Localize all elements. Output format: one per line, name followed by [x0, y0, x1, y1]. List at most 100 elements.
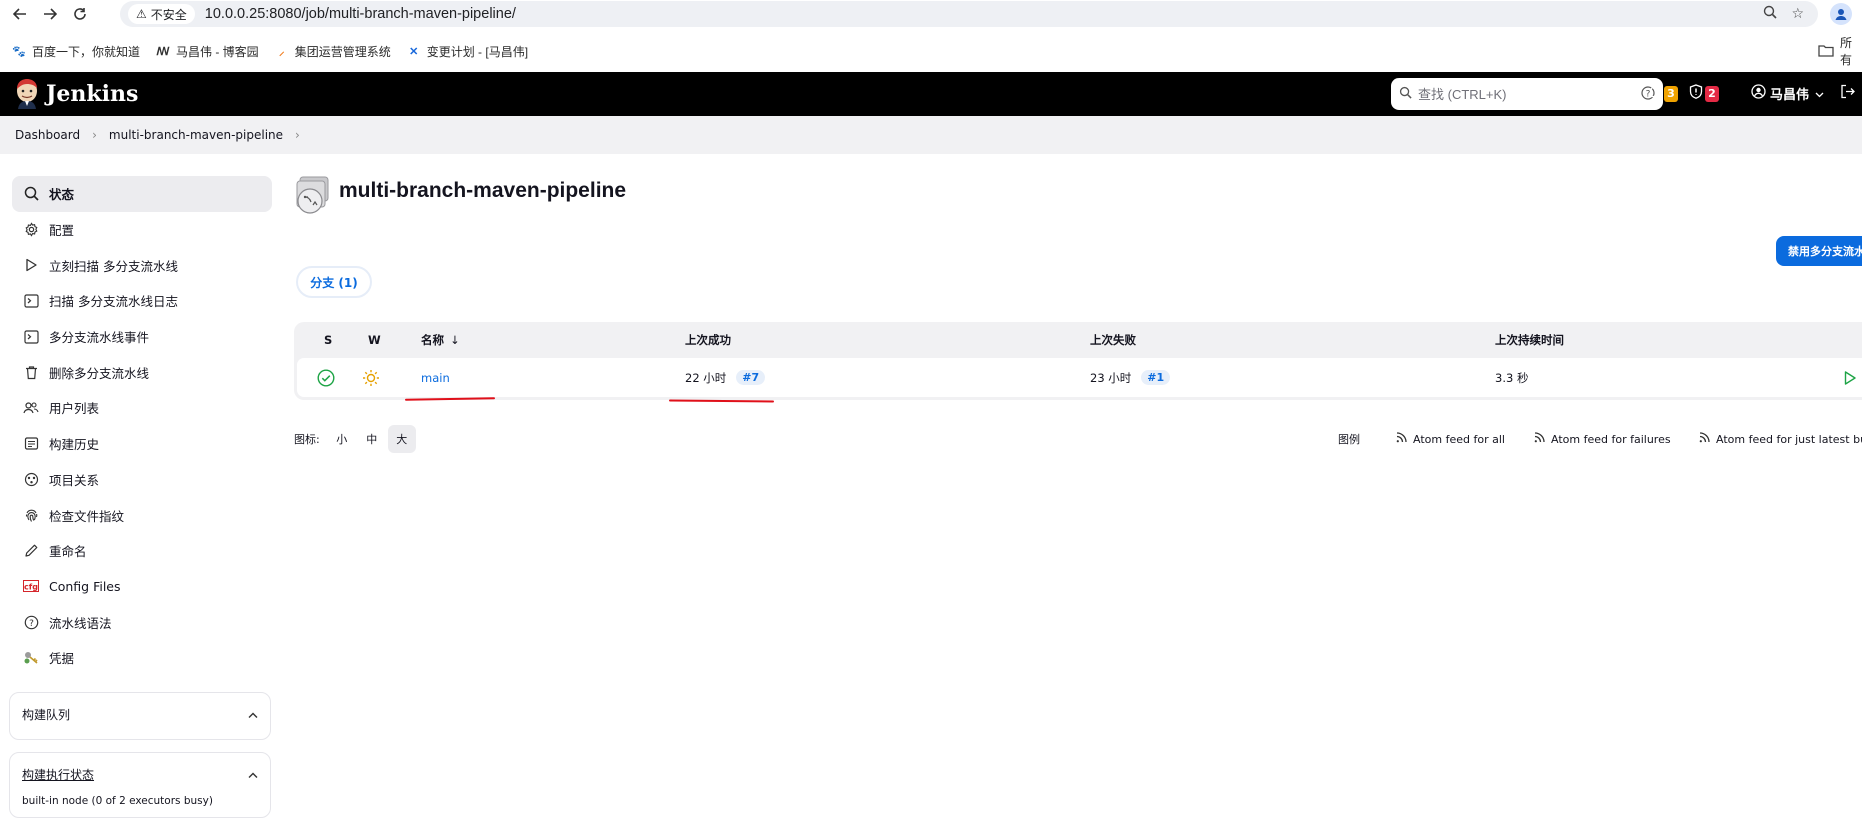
sidebar-item-relations[interactable]: 项目关系: [12, 462, 272, 498]
relations-icon: [22, 470, 40, 488]
credentials-icon: [22, 649, 40, 667]
logout-button[interactable]: [1840, 84, 1855, 103]
reload-icon[interactable]: [66, 0, 94, 28]
executor-node-text[interactable]: built-in node (0 of 2 executors busy): [10, 789, 270, 813]
sidebar-item-label: Config Files: [49, 578, 121, 594]
chevron-down-icon: [1815, 86, 1824, 102]
legend-link[interactable]: 图例: [1338, 425, 1360, 453]
cfg-icon: cfg: [22, 577, 40, 595]
profile-avatar-icon[interactable]: [1830, 3, 1852, 25]
multibranch-folder-icon: [294, 175, 330, 215]
notifications-count-badge: 3: [1664, 85, 1678, 102]
atom-feed-failures[interactable]: Atom feed for failures: [1534, 425, 1671, 453]
bookmark-ops-system[interactable]: ⸝ 集团运营管理系统: [275, 43, 391, 60]
notifications-button[interactable]: 3: [1647, 84, 1678, 103]
sidebar-item-rename[interactable]: 重命名: [12, 533, 272, 569]
forward-arrow-icon[interactable]: [36, 0, 64, 28]
atom-feed-latest-label: Atom feed for just latest builds: [1716, 432, 1862, 446]
bell-icon: [1647, 84, 1663, 103]
atom-feed-all[interactable]: Atom feed for all: [1396, 425, 1505, 453]
bookmark-cnblogs[interactable]: ꟿ 马昌伟 - 博客园: [156, 43, 259, 60]
executor-status-panel: 构建执行状态 built-in node (0 of 2 executors b…: [9, 752, 271, 818]
sidebar-item-label: 检查文件指纹: [49, 508, 125, 524]
chevron-up-icon[interactable]: [248, 708, 258, 722]
security-chip[interactable]: ⚠ 不安全: [128, 4, 195, 24]
last-failure-time: 23 小时: [1090, 370, 1132, 385]
sidebar-item-fingerprint[interactable]: 检查文件指纹: [12, 497, 272, 533]
sidebar-item-delete[interactable]: 删除多分支流水线: [12, 354, 272, 390]
sunny-weather-icon[interactable]: [362, 358, 380, 397]
sidebar-item-label: 流水线语法: [49, 615, 112, 631]
bookmark-label: 马昌伟 - 博客园: [176, 44, 259, 59]
search-icon: [1399, 86, 1412, 102]
all-bookmarks[interactable]: 所有: [1818, 34, 1862, 68]
sidebar-item-credentials[interactable]: 凭据: [12, 640, 272, 676]
sidebar-item-configure[interactable]: 配置: [12, 212, 272, 248]
jenkins-home-link[interactable]: Jenkins: [14, 79, 138, 109]
icon-size-medium[interactable]: 中: [358, 425, 386, 453]
url-text[interactable]: 10.0.0.25:8080/job/multi-branch-maven-pi…: [205, 6, 516, 22]
header-last-duration[interactable]: 上次持续时间: [1495, 322, 1564, 358]
last-success-cell: 22 小时 #7: [685, 358, 766, 397]
insecure-label: 不安全: [150, 7, 187, 22]
sidebar-item-scan-log[interactable]: 扫描 多分支流水线日志: [12, 283, 272, 319]
rss-icon: [1534, 432, 1545, 446]
sidebar-item-label: 构建历史: [49, 437, 100, 453]
header-status[interactable]: S: [324, 322, 332, 358]
search-icon: [22, 185, 40, 203]
sidebar-item-label: 状态: [49, 187, 75, 203]
fingerprint-icon: [22, 506, 40, 524]
trash-icon: [22, 363, 40, 381]
last-success-build-link[interactable]: #7: [736, 370, 766, 385]
header-last-failure[interactable]: 上次失败: [1090, 322, 1136, 358]
terminal-icon: [22, 328, 40, 346]
sidebar-item-label: 扫描 多分支流水线日志: [49, 294, 178, 310]
sidebar-item-users[interactable]: 用户列表: [12, 390, 272, 426]
sidebar-item-pipeline-syntax[interactable]: ? 流水线语法: [12, 604, 272, 640]
user-avatar-icon: [1751, 84, 1766, 103]
disable-multibranch-button[interactable]: 禁用多分支流水: [1776, 236, 1862, 266]
sidebar-item-label: 立刻扫描 多分支流水线: [49, 258, 178, 274]
header-weather[interactable]: W: [368, 322, 381, 358]
header-name[interactable]: 名称 ↓: [421, 322, 460, 358]
build-queue-title[interactable]: 构建队列: [22, 706, 70, 723]
bookmark-baidu[interactable]: 🐾 百度一下，你就知道: [12, 43, 140, 60]
icon-size-large[interactable]: 大: [387, 425, 416, 453]
breadcrumb-job[interactable]: multi-branch-maven-pipeline: [109, 128, 283, 142]
back-arrow-icon[interactable]: [6, 0, 34, 28]
zoom-icon[interactable]: [1763, 5, 1778, 23]
sidebar-item-build-history[interactable]: 构建历史: [12, 426, 272, 462]
jenkins-header: Jenkins ? 3 2 马昌伟: [0, 72, 1862, 116]
security-warnings-button[interactable]: 2: [1689, 84, 1719, 103]
address-bar[interactable]: ⚠ 不安全 10.0.0.25:8080/job/multi-branch-ma…: [120, 1, 1818, 27]
user-menu[interactable]: 马昌伟: [1751, 84, 1824, 103]
sort-down-arrow-icon: ↓: [450, 333, 460, 347]
page-title: multi-branch-maven-pipeline: [339, 179, 627, 202]
rss-icon: [1396, 432, 1407, 446]
executor-status-title[interactable]: 构建执行状态: [22, 766, 94, 783]
annotation-underline-name: [404, 397, 496, 401]
sidebar-item-scan-now[interactable]: 立刻扫描 多分支流水线: [12, 247, 272, 283]
breadcrumb-dashboard[interactable]: Dashboard: [15, 128, 80, 142]
sidebar-item-config-files[interactable]: cfg Config Files: [12, 569, 272, 605]
search-input[interactable]: [1418, 86, 1641, 102]
success-check-icon[interactable]: [317, 358, 335, 397]
header-last-success[interactable]: 上次成功: [685, 322, 731, 358]
bookmark-star-icon[interactable]: ☆: [1791, 6, 1804, 22]
gear-icon: [22, 221, 40, 239]
branch-link-main[interactable]: main: [421, 358, 450, 397]
tab-branches[interactable]: 分支 (1): [296, 266, 372, 298]
chevron-right-icon[interactable]: ›: [295, 128, 300, 142]
atom-feed-latest[interactable]: Atom feed for just latest builds: [1699, 425, 1862, 453]
sidebar-item-status[interactable]: 状态: [12, 176, 272, 212]
table-row: main 22 小时 #7 23 小时 #1 3.3 秒: [297, 358, 1862, 397]
sidebar-item-events[interactable]: 多分支流水线事件: [12, 319, 272, 355]
pencil-icon: [22, 542, 40, 560]
last-failure-build-link[interactable]: #1: [1141, 370, 1171, 385]
chevron-up-icon[interactable]: [248, 768, 258, 782]
bookmark-change-plan[interactable]: ✕ 变更计划 - [马昌伟]: [407, 43, 528, 60]
search-box[interactable]: ?: [1391, 78, 1663, 110]
run-build-play-icon[interactable]: [1843, 358, 1857, 397]
svg-text:?: ?: [29, 619, 34, 629]
icon-size-small[interactable]: 小: [328, 425, 356, 453]
